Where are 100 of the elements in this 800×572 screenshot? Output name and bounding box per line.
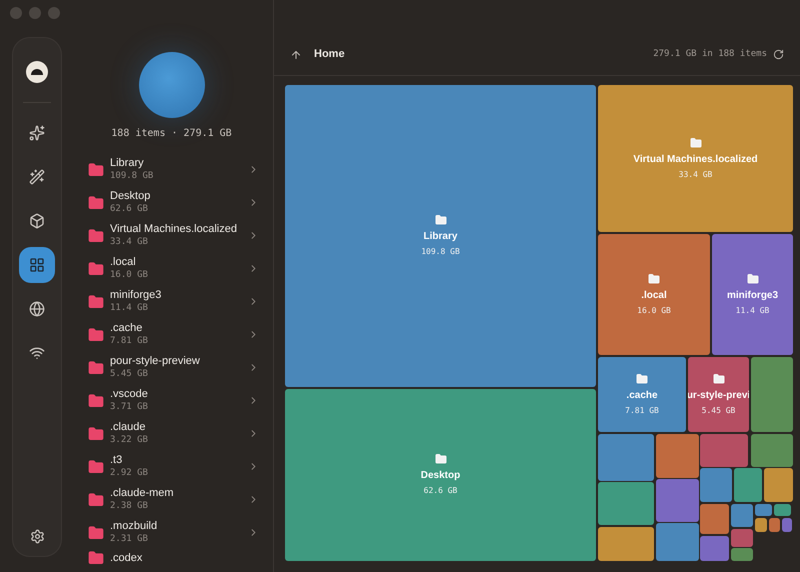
folder-name: .claude [110,422,146,433]
folder-icon [690,136,702,148]
folder-size: 33.4 GB [110,238,149,247]
folder-icon [88,162,104,178]
folder-row[interactable]: Library 109.8 GB [88,153,259,186]
avatar-icon [26,61,48,83]
folder-icon [88,194,104,210]
folder-row[interactable]: Desktop 62.6 GB [88,186,259,219]
folder-icon [88,228,104,244]
window-control[interactable] [48,7,60,19]
treemap-tile[interactable] [656,479,699,522]
tile-name: Library [424,230,458,244]
folder-name: Virtual Machines.localized [110,224,238,235]
treemap-tile[interactable] [774,504,791,516]
treemap-tile[interactable] [731,504,753,527]
folder-name: .claude-mem [110,488,175,499]
total-summary: 279.1 GB in 188 items [653,48,767,61]
treemap-tile[interactable] [751,357,793,432]
treemap-tile[interactable] [656,523,699,561]
folder-icon [434,453,446,465]
folder-icon [88,392,104,408]
folder-icon [88,260,104,276]
folder-row[interactable]: .t3 2.92 GB [88,450,259,483]
folder-row[interactable]: .codex [88,549,259,567]
treemap-tile[interactable]: .local 16.0 GB [598,234,710,355]
window-control[interactable] [29,7,41,19]
folder-icon [88,294,104,310]
treemap-tile[interactable] [656,434,699,478]
tile-name: .cache [626,388,658,402]
wifi-icon [29,345,45,361]
folder-row[interactable]: .local 16.0 GB [88,252,259,285]
treemap-tile[interactable]: Library 109.8 GB [285,85,596,387]
folder-row[interactable]: miniforge3 11.4 GB [88,285,259,318]
folder-icon [746,272,758,284]
up-arrow-icon[interactable] [290,48,302,60]
location-title: Home [314,47,346,62]
folder-name: .local [110,257,137,268]
treemap-tile[interactable] [769,518,780,532]
treemap-tile[interactable] [734,468,762,502]
treemap-tile[interactable] [598,482,654,525]
folder-icon [88,426,104,442]
settings-icon[interactable] [30,529,44,544]
grid-icon [29,257,45,273]
treemap-tile[interactable]: miniforge3 11.4 GB [712,234,793,355]
folder-name: pour-style-preview [110,356,201,367]
treemap-tile[interactable] [700,434,748,467]
tile-size: 5.45 GB [702,404,736,416]
globe-icon [29,301,45,317]
folder-icon [88,360,104,376]
treemap-tile[interactable] [700,468,732,502]
folder-size: 3.71 GB [110,403,149,412]
treemap-tile[interactable] [782,518,792,532]
folder-icon [88,550,104,566]
treemap-tile[interactable] [598,527,654,561]
treemap-tile[interactable] [700,504,729,534]
folder-row[interactable]: .claude-mem 2.38 GB [88,483,259,516]
treemap-tile[interactable] [700,536,729,561]
folder-row[interactable]: .cache 7.81 GB [88,318,259,351]
treemap-tile[interactable] [764,468,793,502]
folder-size: 3.22 GB [110,436,149,445]
tile-name: miniforge3 [726,288,778,302]
folder-row[interactable]: .vscode 3.71 GB [88,384,259,417]
folder-name: Desktop [110,191,152,202]
tile-size: 109.8 GB [421,246,460,258]
tile-name: Virtual Machines.localized [633,152,758,166]
folder-icon [88,524,104,540]
tile-size: 7.81 GB [625,404,659,416]
treemap-tile[interactable] [755,504,772,516]
tile-size: 33.4 GB [678,168,712,180]
folder-size: 109.8 GB [110,172,154,181]
folder-row[interactable]: .mozbuild 2.31 GB [88,516,259,549]
tile-size: 16.0 GB [637,304,671,316]
folder-icon [88,458,104,474]
tile-name: .local [641,288,667,302]
folder-icon [88,326,104,342]
treemap-tile[interactable]: .cache 7.81 GB [598,357,686,432]
folder-icon [648,272,660,284]
folder-name: miniforge3 [110,290,162,301]
folder-icon [712,372,724,384]
folder-row[interactable]: pour-style-preview 5.45 GB [88,351,259,384]
folder-row[interactable]: .claude 3.22 GB [88,417,259,450]
folder-size: 7.81 GB [110,337,149,346]
folder-icon [434,214,446,226]
tile-size: 62.6 GB [424,485,458,497]
treemap-tile[interactable] [598,434,654,481]
folder-size: 2.38 GB [110,502,149,511]
treemap-tile[interactable] [731,529,753,547]
folder-name: .vscode [110,389,149,400]
sparkles-icon [29,125,45,141]
treemap-tile[interactable] [751,434,793,467]
folder-row[interactable]: Virtual Machines.localized 33.4 GB [88,219,259,252]
treemap-tile[interactable] [731,548,753,561]
window-control[interactable] [10,7,22,19]
folder-name: .codex [110,552,144,564]
refresh-icon[interactable] [773,49,784,60]
folder-size: 16.0 GB [110,271,149,280]
treemap-tile[interactable] [755,518,767,532]
folder-name: .t3 [110,455,124,466]
box-icon [29,213,45,229]
folder-size: 2.92 GB [110,469,149,478]
